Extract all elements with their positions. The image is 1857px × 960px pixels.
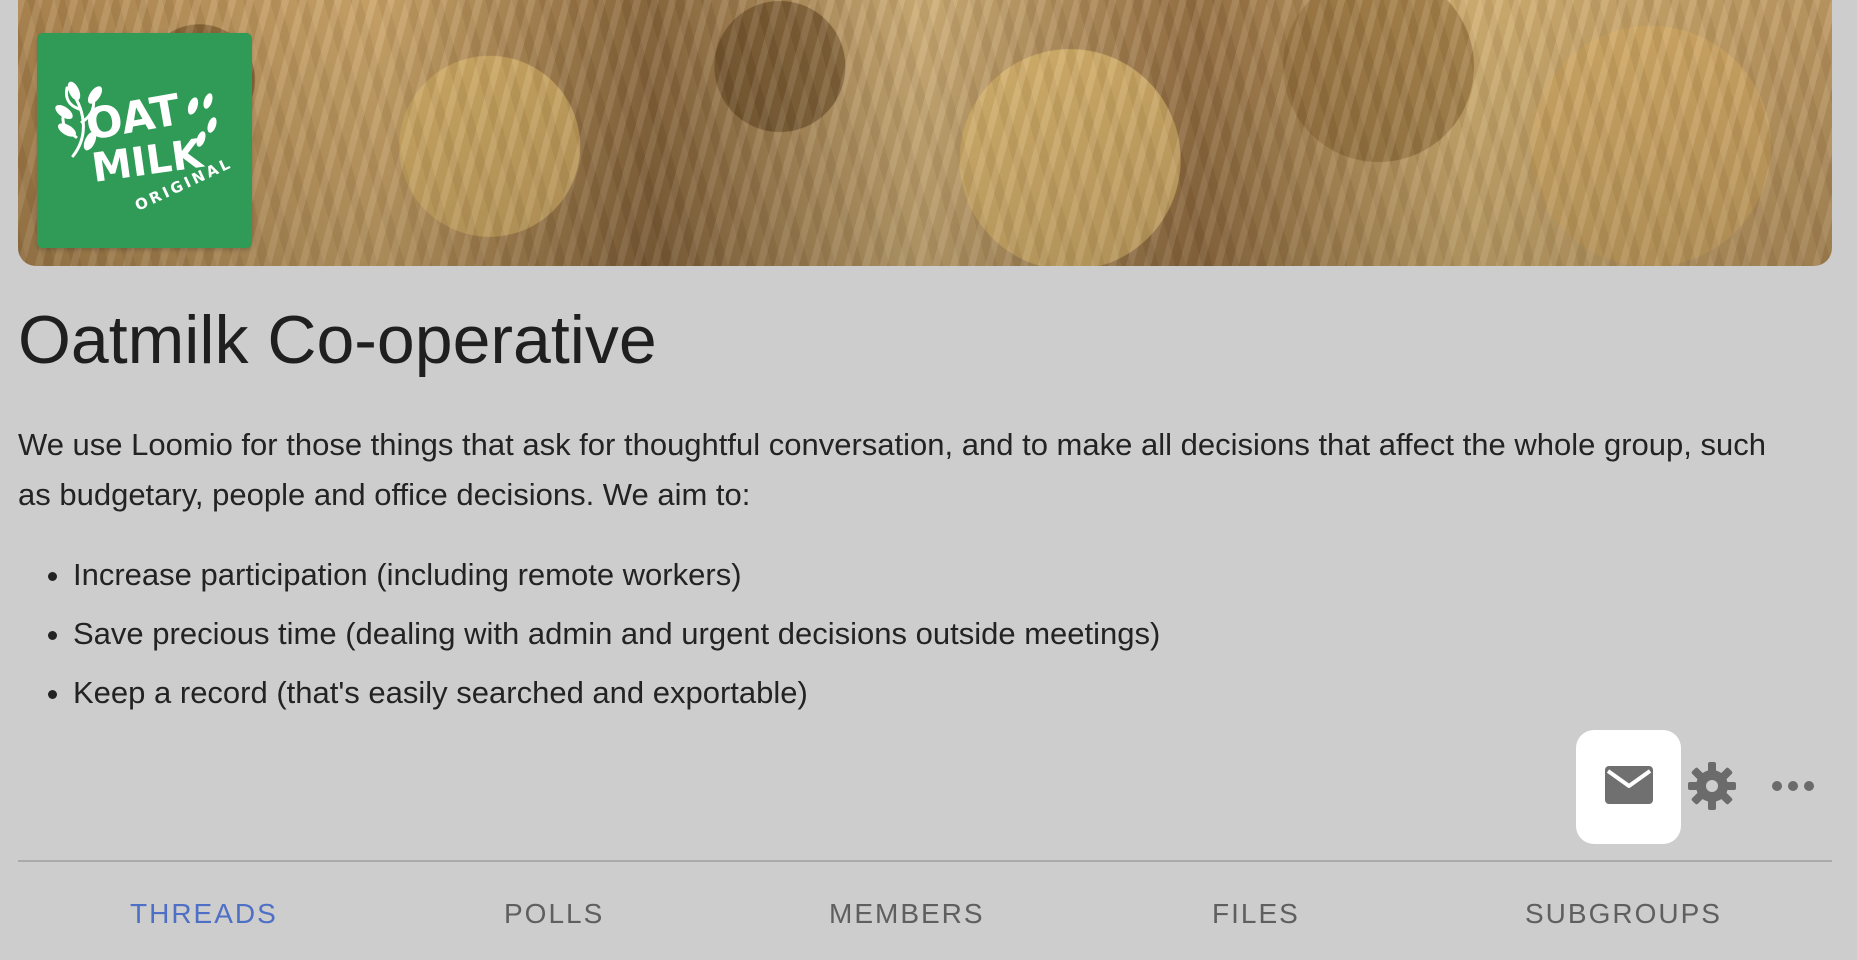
group-logo: OAT MILK ORIGINAL bbox=[37, 33, 252, 248]
group-aims-list: Increase participation (including remote… bbox=[43, 545, 1160, 722]
group-tabs: THREADS POLLS MEMBERS FILES SUBGROUPS bbox=[18, 878, 1832, 960]
group-title: Oatmilk Co-operative bbox=[18, 302, 657, 378]
tab-files[interactable]: FILES bbox=[1212, 878, 1300, 950]
tab-polls[interactable]: POLLS bbox=[504, 878, 604, 950]
group-aim-item: Increase participation (including remote… bbox=[73, 545, 1160, 604]
tabs-divider bbox=[18, 860, 1832, 862]
gear-icon bbox=[1687, 761, 1737, 816]
tab-subgroups[interactable]: SUBGROUPS bbox=[1525, 878, 1722, 950]
more-horizontal-icon bbox=[1771, 779, 1815, 797]
tab-threads[interactable]: THREADS bbox=[130, 878, 278, 950]
mail-icon bbox=[1604, 765, 1653, 809]
mail-button[interactable] bbox=[1576, 730, 1681, 844]
tab-members[interactable]: MEMBERS bbox=[829, 878, 985, 950]
group-aim-item: Save precious time (dealing with admin a… bbox=[73, 604, 1160, 663]
more-button[interactable] bbox=[1761, 756, 1825, 820]
settings-button[interactable] bbox=[1680, 756, 1744, 820]
group-description: We use Loomio for those things that ask … bbox=[18, 427, 1766, 512]
group-aim-item: Keep a record (that's easily searched an… bbox=[73, 663, 1160, 722]
group-cover-image bbox=[18, 0, 1832, 266]
group-actions bbox=[1576, 730, 1836, 845]
